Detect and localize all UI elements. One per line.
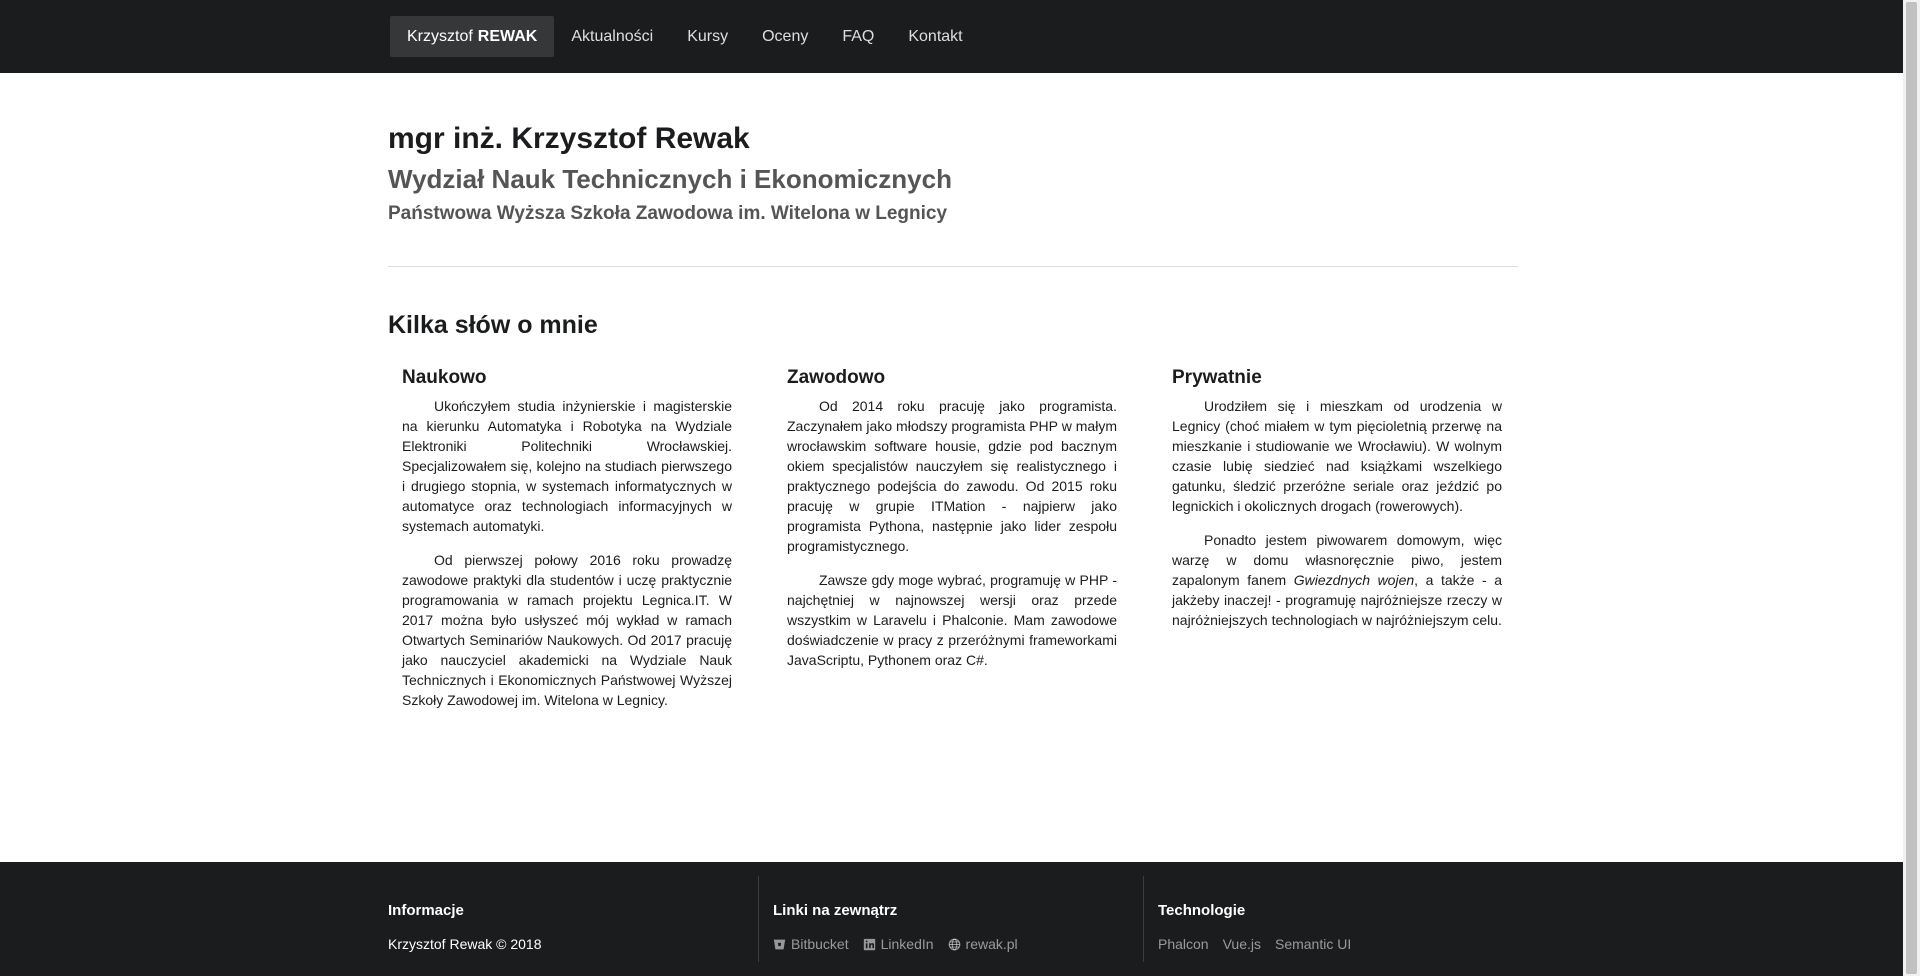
footer-heading: Informacje bbox=[388, 902, 464, 919]
footer-links: Linki na zewnątrz Bitbucket LinkedIn rew… bbox=[758, 876, 1143, 962]
nav-aktualnosci[interactable]: Aktualności bbox=[554, 16, 670, 57]
column-paragraph: Urodziłem się i mieszkam od urodzenia w … bbox=[1172, 398, 1502, 514]
column-heading: Prywatnie bbox=[1172, 367, 1262, 388]
nav-faq[interactable]: FAQ bbox=[825, 16, 891, 57]
bitbucket-icon bbox=[773, 938, 786, 951]
linkedin-icon bbox=[863, 938, 876, 951]
technologies-list: Phalcon Vue.js Semantic UI bbox=[1158, 936, 1351, 952]
tech-phalcon[interactable]: Phalcon bbox=[1158, 936, 1209, 952]
school-subtitle: Państwowa Wyższa Szkoła Zawodowa im. Wit… bbox=[388, 203, 948, 224]
main-menu: Krzysztof REWAK Aktualności Kursy Oceny … bbox=[390, 16, 980, 57]
link-label: LinkedIn bbox=[880, 936, 934, 952]
about-column-scientific: Naukowo Ukończyłem studia inżynierskie i… bbox=[402, 367, 732, 724]
department-subtitle: Wydział Nauk Technicznych i Ekonomicznyc… bbox=[388, 164, 952, 194]
about-heading: Kilka słów o mnie bbox=[388, 311, 598, 339]
column-heading: Zawodowo bbox=[787, 367, 886, 388]
column-paragraph: Zawsze gdy moge wybrać, programuję w PHP… bbox=[787, 572, 1117, 668]
linkedin-link[interactable]: LinkedIn bbox=[863, 936, 934, 952]
column-paragraph: Od pierwszej połowy 2016 roku prowadzę z… bbox=[402, 552, 732, 708]
top-navbar: Krzysztof REWAK Aktualności Kursy Oceny … bbox=[0, 0, 1920, 73]
brand-first-name: Krzysztof bbox=[407, 27, 473, 45]
nav-kontakt[interactable]: Kontakt bbox=[891, 16, 979, 57]
page-title: mgr inż. Krzysztof Rewak bbox=[388, 122, 750, 155]
nav-kursy[interactable]: Kursy bbox=[670, 16, 745, 57]
footer-tech: Technologie Phalcon Vue.js Semantic UI bbox=[1143, 876, 1518, 962]
link-label: Bitbucket bbox=[791, 936, 849, 952]
column-heading: Naukowo bbox=[402, 367, 487, 388]
tech-vuejs[interactable]: Vue.js bbox=[1223, 936, 1261, 952]
about-column-professional: Zawodowo Od 2014 roku pracuję jako progr… bbox=[787, 367, 1117, 684]
bitbucket-link[interactable]: Bitbucket bbox=[773, 936, 849, 952]
about-column-private: Prywatnie Urodziłem się i mieszkam od ur… bbox=[1172, 367, 1502, 644]
vertical-scrollbar[interactable] bbox=[1903, 0, 1920, 976]
link-label: rewak.pl bbox=[965, 936, 1018, 952]
column-paragraph: Ponadto jestem piwowarem domowym, więc w… bbox=[1172, 530, 1502, 630]
footer-info: Informacje Krzysztof Rewak © 2018 bbox=[388, 876, 758, 962]
tech-semantic-ui[interactable]: Semantic UI bbox=[1275, 936, 1351, 952]
brand-home-link[interactable]: Krzysztof REWAK bbox=[390, 16, 555, 57]
footer-links-inner: Linki na zewnątrz Bitbucket LinkedIn rew… bbox=[773, 876, 1133, 962]
globe-icon bbox=[948, 938, 961, 951]
footer-heading: Linki na zewnątrz bbox=[773, 902, 898, 919]
nav-oceny[interactable]: Oceny bbox=[745, 16, 825, 57]
footer-tech-inner: Technologie Phalcon Vue.js Semantic UI bbox=[1158, 876, 1508, 962]
scrollbar-thumb[interactable] bbox=[1906, 2, 1917, 974]
column-paragraph: Od 2014 roku pracuję jako programista. Z… bbox=[787, 398, 1117, 554]
column-paragraph: Ukończyłem studia inżynierskie i magiste… bbox=[402, 398, 732, 534]
footer-heading: Technologie bbox=[1158, 902, 1246, 919]
brand-last-name: REWAK bbox=[477, 27, 538, 45]
website-link[interactable]: rewak.pl bbox=[948, 936, 1018, 952]
header-divider bbox=[388, 266, 1518, 267]
copyright-text: Krzysztof Rewak © 2018 bbox=[388, 936, 542, 952]
page-footer: Informacje Krzysztof Rewak © 2018 Linki … bbox=[0, 862, 1920, 976]
emphasis-star-wars: Gwiezdnych wojen bbox=[1293, 572, 1415, 588]
external-links-list: Bitbucket LinkedIn rewak.pl bbox=[773, 936, 1018, 952]
